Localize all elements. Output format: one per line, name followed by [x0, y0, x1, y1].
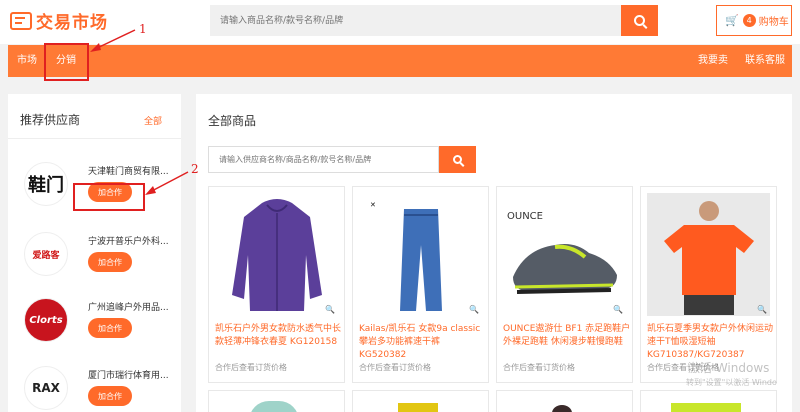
annotation-number-2: 2 [191, 162, 199, 176]
windows-activation-hint: 转到"设置"以激活 Windo [686, 378, 777, 387]
annotation-arrows [90, 29, 189, 195]
windows-activation-watermark: 激活 Windows [688, 361, 770, 375]
annotation-number-1: 1 [139, 22, 147, 36]
